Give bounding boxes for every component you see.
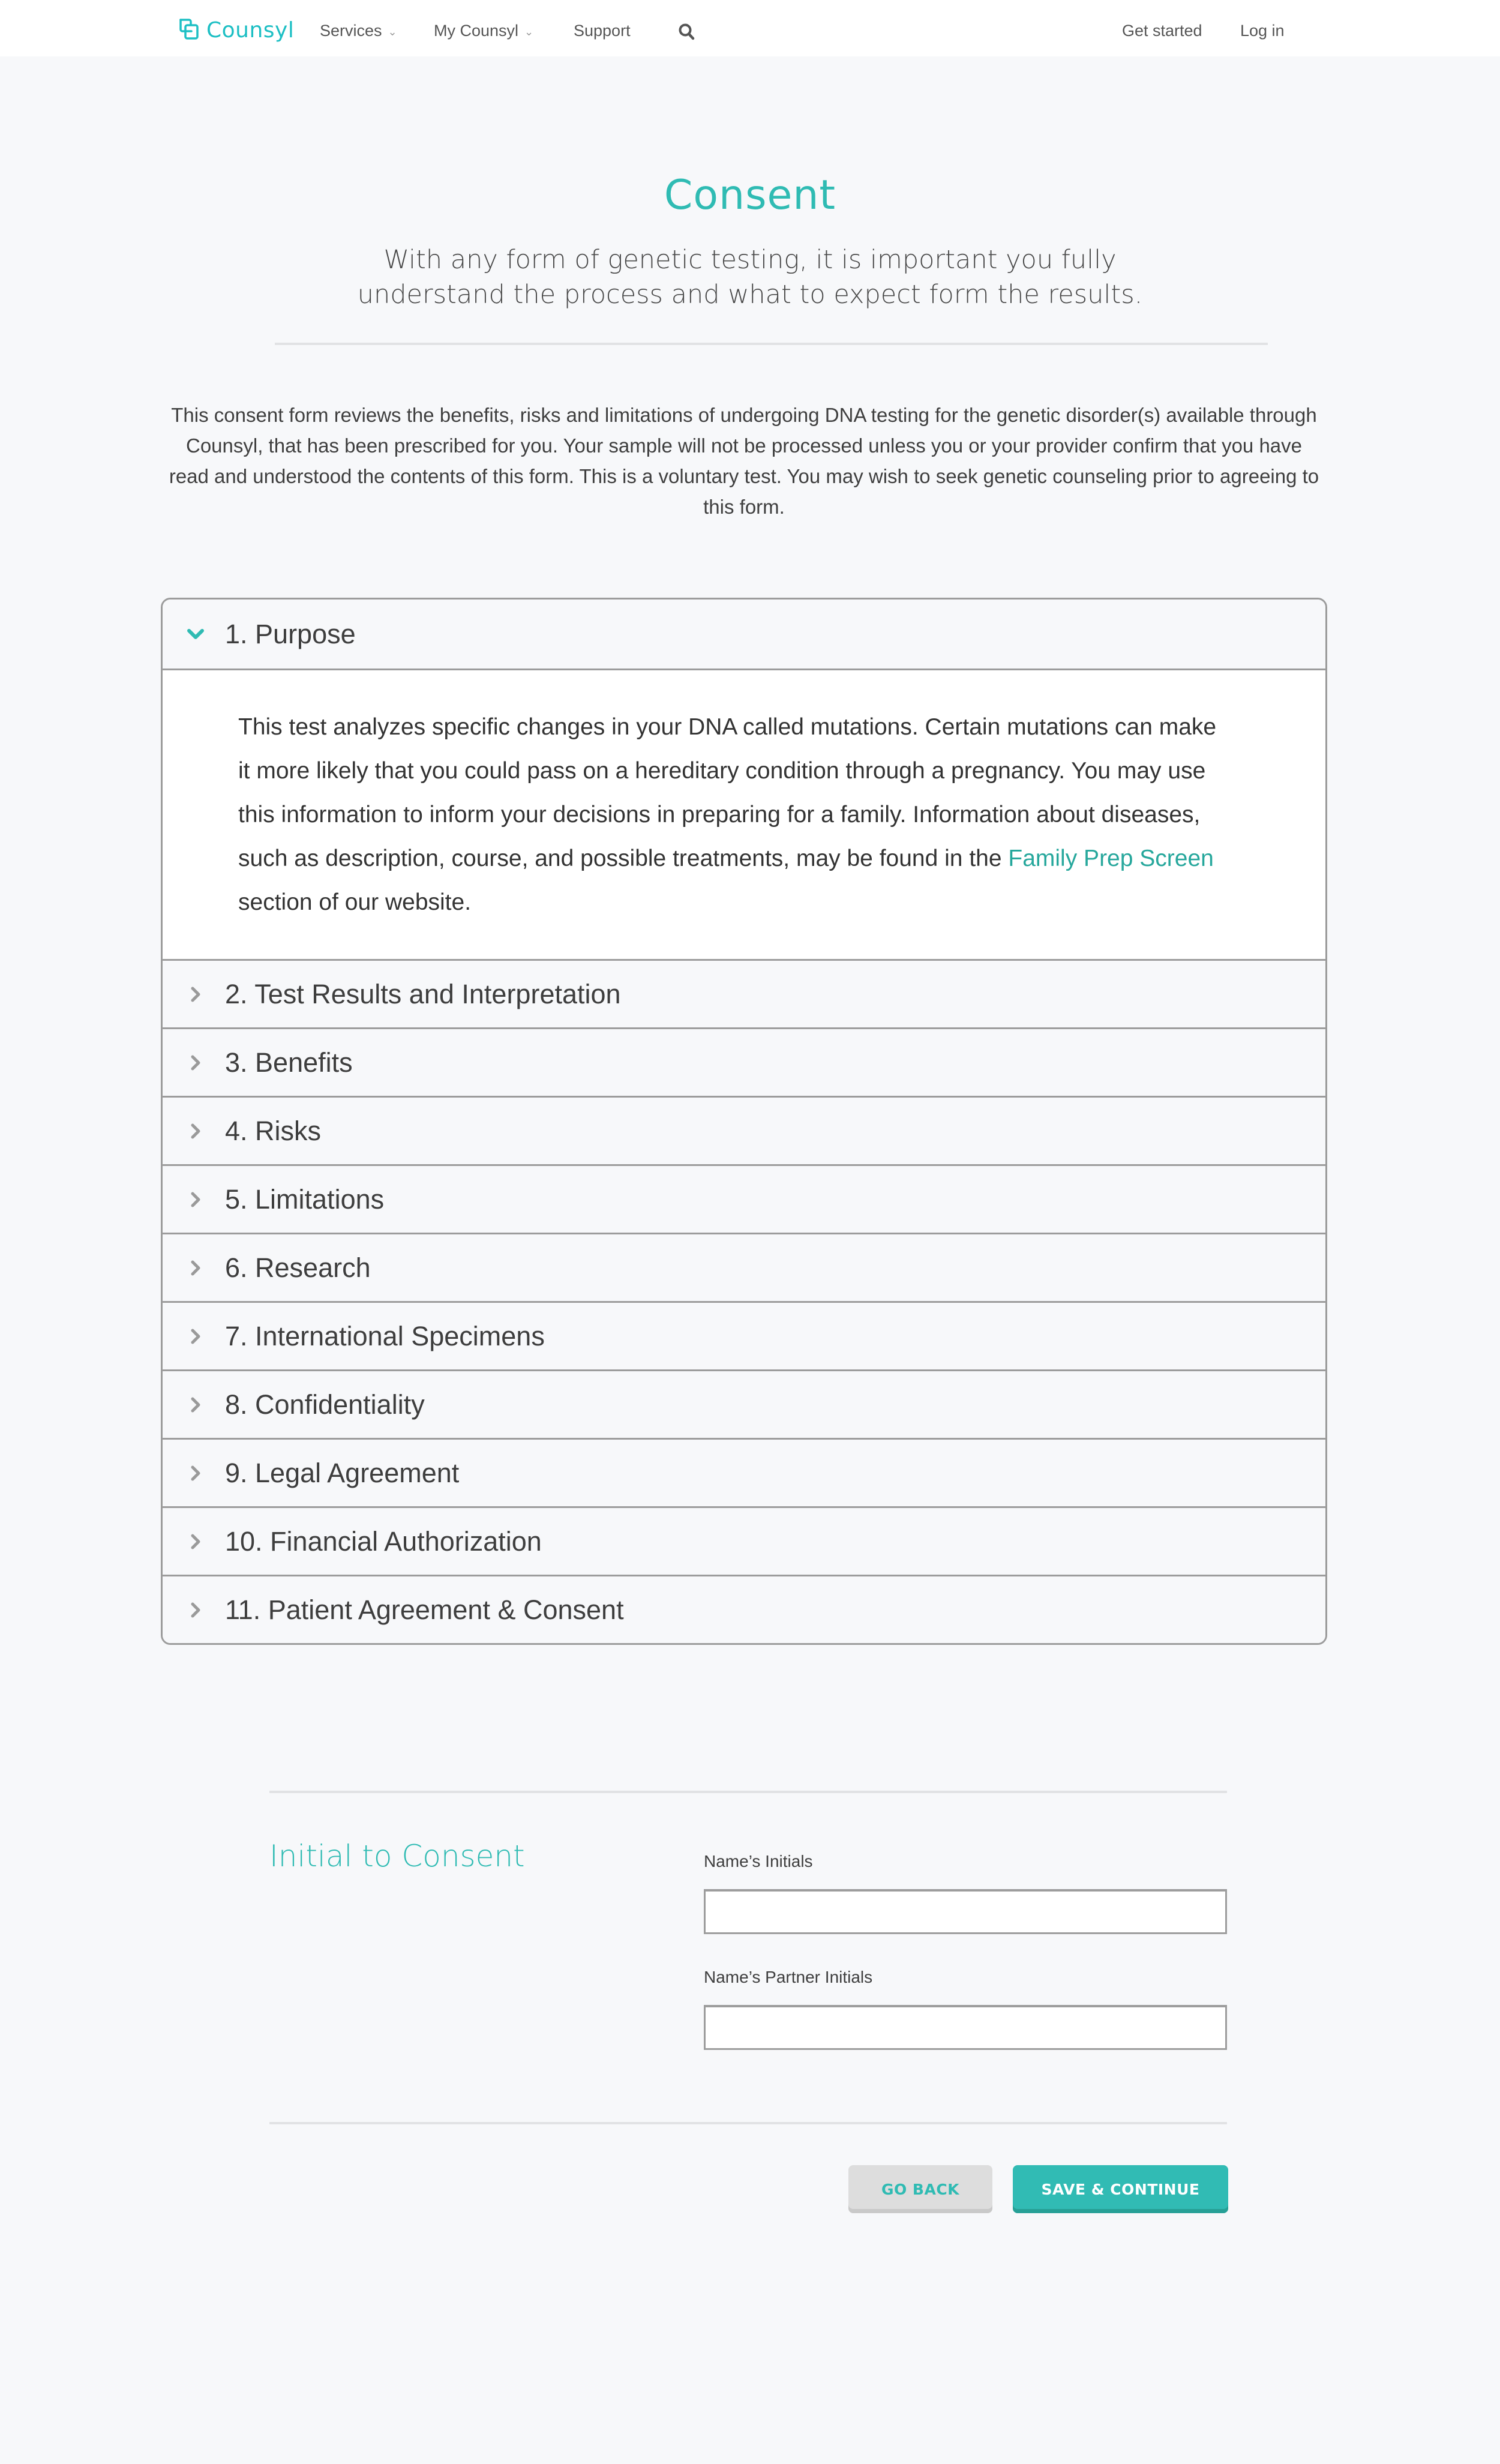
accordion-header-international[interactable]: 7. International Specimens (163, 1301, 1325, 1369)
name-initials-input[interactable] (704, 1889, 1227, 1934)
page-subtitle: With any form of genetic testing, it is … (330, 242, 1170, 312)
accordion-header-confidentiality[interactable]: 8. Confidentiality (163, 1369, 1325, 1438)
initials-top-divider (269, 1791, 1227, 1793)
go-back-button[interactable]: GO BACK (848, 2165, 992, 2213)
chevron-right-icon (187, 1327, 205, 1345)
subtitle-line-2: understand the process and what to expec… (357, 280, 1143, 310)
accordion-title: 2. Test Results and Interpretation (225, 978, 621, 1009)
subtitle-line-1: With any form of genetic testing, it is … (383, 245, 1117, 275)
logo-text: Counsyl (206, 17, 295, 43)
accordion-title: 10. Financial Authorization (225, 1525, 542, 1557)
accordion-header-limitations[interactable]: 5. Limitations (163, 1164, 1325, 1233)
save-continue-button[interactable]: SAVE & CONTINUE (1013, 2165, 1228, 2213)
search-icon[interactable] (678, 23, 695, 41)
get-started-link[interactable]: Get started (1122, 22, 1202, 40)
nav-support[interactable]: Support (574, 22, 631, 40)
nav-services-label: Services (320, 22, 382, 40)
accordion-title: 3. Benefits (225, 1047, 353, 1078)
intro-paragraph: This consent form reviews the benefits, … (169, 404, 1319, 518)
purpose-text-end: section of our website. (238, 889, 472, 915)
accordion-header-financial[interactable]: 10. Financial Authorization (163, 1506, 1325, 1575)
chevron-right-icon (187, 1396, 205, 1414)
accordion-body-purpose: This test analyzes specific changes in y… (163, 669, 1325, 959)
page-title: Consent (664, 172, 836, 219)
partner-initials-input[interactable] (704, 2005, 1227, 2050)
chevron-right-icon (187, 1191, 205, 1209)
accordion-header-purpose[interactable]: 1. Purpose (163, 599, 1325, 669)
accordion-title: 1. Purpose (225, 618, 356, 649)
hero-divider (275, 343, 1268, 345)
get-started-label: Get started (1122, 22, 1202, 40)
chevron-right-icon (187, 1464, 205, 1482)
accordion-header-research[interactable]: 6. Research (163, 1233, 1325, 1301)
counsyl-logo-icon (179, 19, 199, 40)
accordion-header-patient-agreement[interactable]: 11. Patient Agreement & Consent (163, 1575, 1325, 1643)
consent-accordion: 1. Purpose This test analyzes specific c… (161, 598, 1327, 1645)
accordion-title: 9. Legal Agreement (225, 1457, 460, 1488)
family-prep-screen-link[interactable]: Family Prep Screen (1008, 846, 1213, 871)
log-in-link[interactable]: Log in (1240, 22, 1285, 40)
accordion-title: 5. Limitations (225, 1183, 385, 1215)
nav-services[interactable]: Services ⌄ (320, 22, 397, 40)
nav-support-label: Support (574, 22, 631, 40)
log-in-label: Log in (1240, 22, 1285, 40)
chevron-right-icon (187, 1054, 205, 1072)
accordion-header-test-results[interactable]: 2. Test Results and Interpretation (163, 959, 1325, 1027)
chevron-down-icon: ⌄ (524, 26, 534, 38)
accordion-header-benefits[interactable]: 3. Benefits (163, 1027, 1325, 1096)
accordion-header-legal[interactable]: 9. Legal Agreement (163, 1438, 1325, 1506)
accordion-header-risks[interactable]: 4. Risks (163, 1096, 1325, 1164)
chevron-down-icon: ⌄ (388, 26, 397, 38)
chevron-right-icon (187, 1259, 205, 1277)
chevron-right-icon (187, 1601, 205, 1619)
counsyl-logo[interactable]: Counsyl (179, 17, 294, 43)
chevron-right-icon (187, 1533, 205, 1551)
chevron-down-icon (187, 625, 205, 643)
partner-initials-label: Name’s Partner Initials (704, 1968, 873, 1986)
initial-to-consent-title: Initial to Consent (269, 1839, 525, 1874)
accordion-title: 7. International Specimens (225, 1320, 545, 1351)
accordion-title: 4. Risks (225, 1115, 322, 1146)
nav-my-counsyl-label: My Counsyl (434, 22, 519, 40)
name-initials-label: Name’s Initials (704, 1852, 813, 1871)
accordion-title: 11. Patient Agreement & Consent (225, 1594, 624, 1625)
accordion-title: 6. Research (225, 1252, 371, 1283)
chevron-right-icon (187, 985, 205, 1003)
nav-my-counsyl[interactable]: My Counsyl ⌄ (434, 22, 533, 40)
actions-divider (269, 2122, 1227, 2124)
accordion-title: 8. Confidentiality (225, 1389, 425, 1420)
top-nav: Counsyl Services ⌄ My Counsyl ⌄ Support … (0, 0, 1500, 56)
chevron-right-icon (187, 1122, 205, 1140)
